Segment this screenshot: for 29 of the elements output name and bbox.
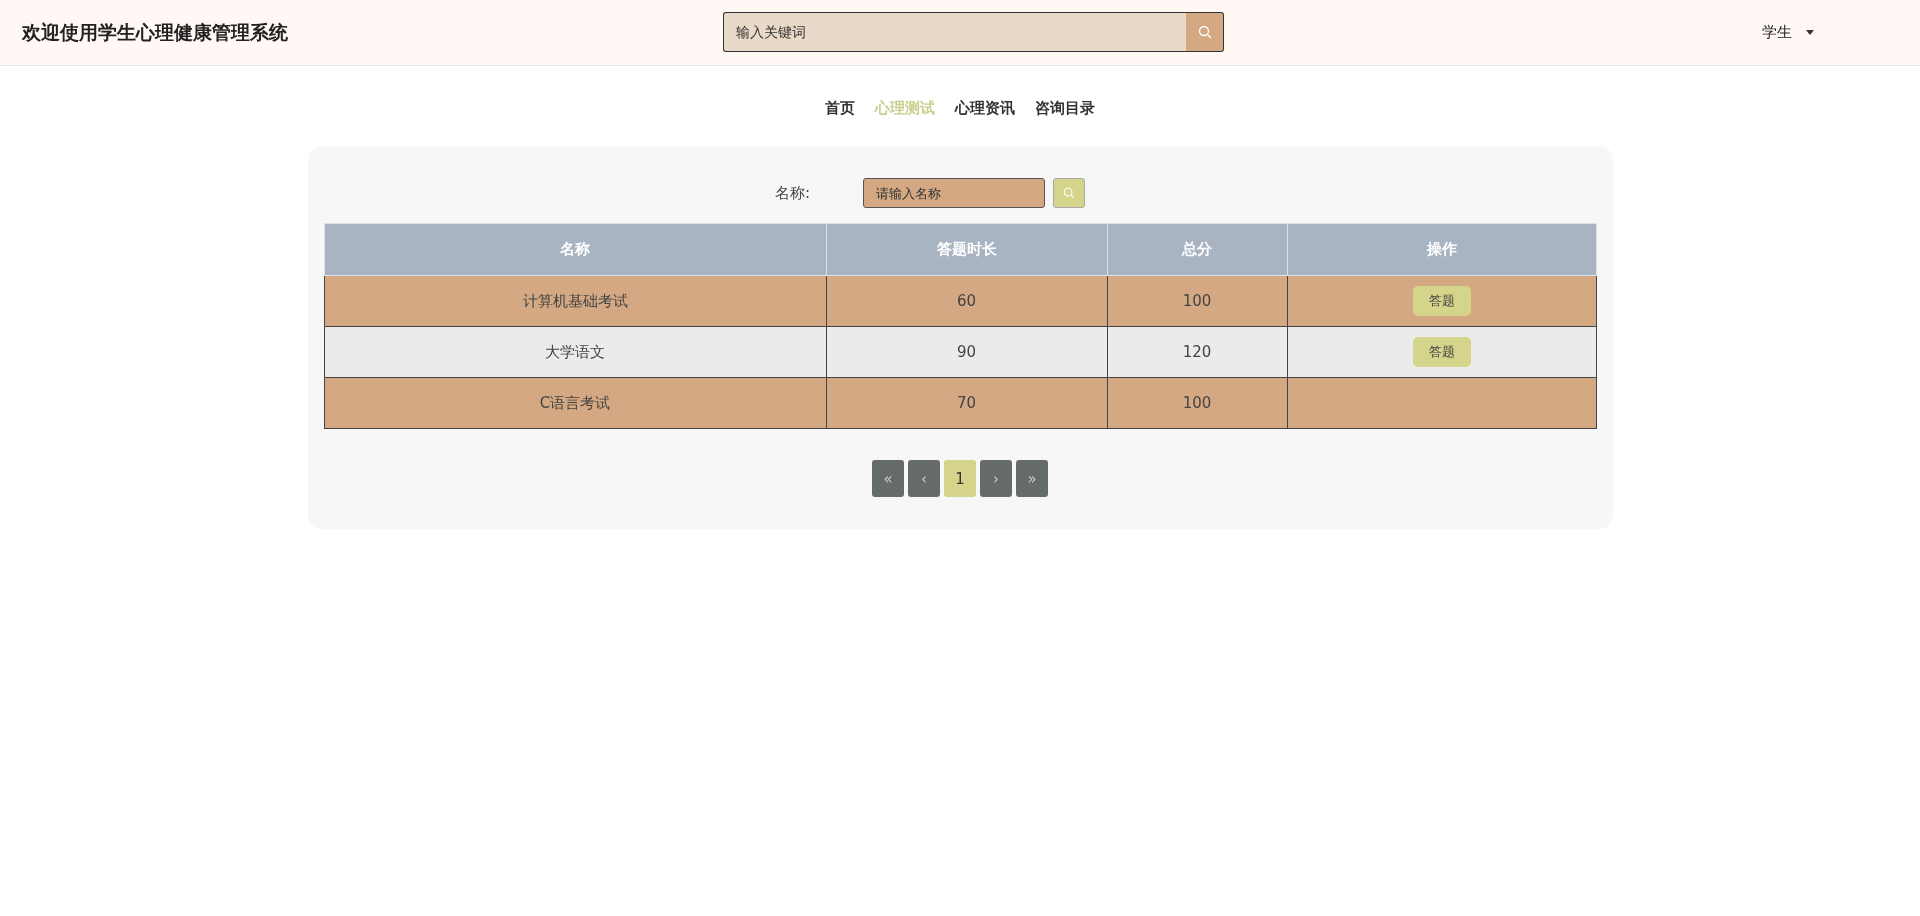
nav-link[interactable]: 咨询目录 [1035,99,1095,118]
column-header: 名称 [324,223,826,276]
answer-button[interactable]: 答题 [1412,337,1471,367]
answer-button[interactable]: 答题 [1412,286,1471,316]
table-cell: 120 [1107,326,1287,378]
column-header: 总分 [1107,223,1287,276]
search-icon [1063,187,1075,199]
table-cell: 计算机基础考试 [324,275,826,327]
nav-link[interactable]: 首页 [825,99,855,118]
page-button[interactable]: ‹ [908,460,940,497]
column-header: 操作 [1287,223,1596,276]
page-button[interactable]: 1 [944,460,976,497]
table-cell: 大学语文 [324,326,826,378]
page-button[interactable]: » [1016,460,1048,497]
user-menu[interactable]: 学生 [1758,19,1818,46]
table-cell: C语言考试 [324,377,826,429]
table-cell: 100 [1107,377,1287,429]
table-cell: 90 [826,326,1107,378]
table-cell: 100 [1107,275,1287,327]
column-header: 答题时长 [826,223,1107,276]
name-label: 名称: [775,183,812,203]
nav-link[interactable]: 心理资讯 [955,99,1015,118]
table-cell: 60 [826,275,1107,327]
site-title: 欢迎使用学生心理健康管理系统 [22,19,288,45]
page-button[interactable]: › [980,460,1012,497]
caret-icon [1806,30,1814,35]
name-input[interactable]: 请输入名称 [863,178,1045,208]
table-cell: 70 [826,377,1107,429]
page-button[interactable]: « [872,460,904,497]
